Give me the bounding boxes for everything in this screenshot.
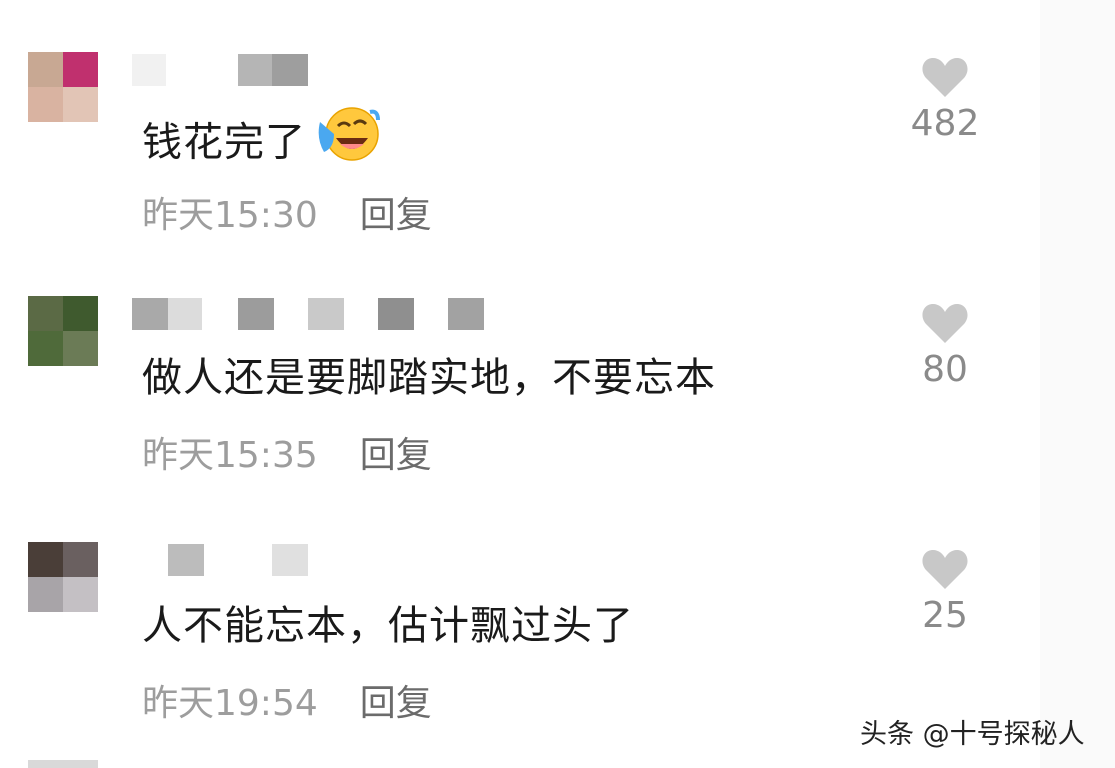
comment-time: 昨天19:54 bbox=[142, 683, 318, 724]
avatar[interactable] bbox=[28, 296, 98, 366]
comment-meta: 昨天15:35 回复 bbox=[142, 434, 432, 478]
like-count: 482 bbox=[910, 103, 980, 144]
like-button[interactable]: 80 bbox=[900, 302, 990, 390]
username-blurred[interactable] bbox=[132, 544, 312, 576]
comment-time: 昨天15:35 bbox=[142, 435, 318, 476]
comment-text: 做人还是要脚踏实地，不要忘本 bbox=[142, 355, 716, 401]
heart-icon bbox=[922, 58, 968, 97]
avatar[interactable] bbox=[28, 542, 98, 612]
comment-text: 人不能忘本，估计飘过头了 bbox=[142, 603, 634, 649]
like-button[interactable]: 25 bbox=[900, 548, 990, 636]
comment-time: 昨天15:30 bbox=[142, 195, 318, 236]
comment-item: 做人还是要脚踏实地，不要忘本 昨天15:35 回复 80 bbox=[0, 250, 1040, 500]
like-button[interactable]: 482 bbox=[900, 56, 990, 144]
username-blurred[interactable] bbox=[132, 298, 492, 330]
background-band bbox=[1040, 0, 1115, 768]
comment-item: 钱花完了 昨天15:30 回复 482 bbox=[0, 0, 1040, 250]
reply-button[interactable]: 回复 bbox=[360, 434, 432, 478]
like-count: 80 bbox=[922, 349, 968, 390]
comment-meta: 昨天15:30 回复 bbox=[142, 194, 432, 238]
username-blurred[interactable] bbox=[132, 54, 312, 86]
comment-list-screen: 钱花完了 昨天15:30 回复 482 做人还是要脚踏实地，不要忘本 昨天15:… bbox=[0, 0, 1115, 768]
heart-icon bbox=[922, 304, 968, 343]
comment-meta: 昨天19:54 回复 bbox=[142, 682, 432, 726]
comment-text: 钱花完了 bbox=[142, 107, 380, 181]
reply-button[interactable]: 回复 bbox=[360, 682, 432, 726]
next-comment-avatar bbox=[28, 760, 98, 768]
watermark: 头条 @十号探秘人 bbox=[860, 719, 1085, 750]
like-count: 25 bbox=[922, 595, 968, 636]
reply-button[interactable]: 回复 bbox=[360, 194, 432, 238]
avatar[interactable] bbox=[28, 52, 98, 122]
heart-icon bbox=[922, 550, 968, 589]
laughing-crying-emoji-icon bbox=[314, 104, 380, 177]
